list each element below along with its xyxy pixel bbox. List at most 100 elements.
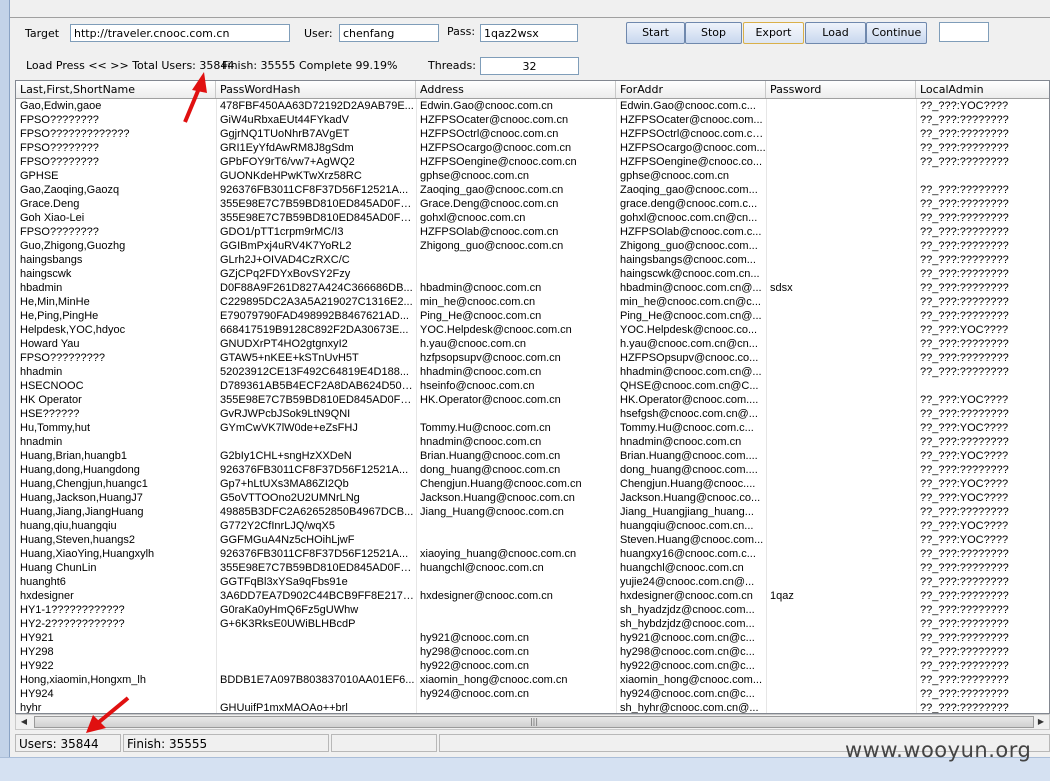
table-row[interactable]: HSE?????? GvRJWPcbJSok9LtN9QNI hsefgsh@cno… (16, 407, 1049, 421)
export-button[interactable]: Export (743, 22, 804, 44)
table-row[interactable]: Hong,xiaomin,Hongxm_lh BDDB1E7A097B803837… (16, 673, 1049, 687)
scrollbar-thumb[interactable]: ||| (34, 716, 1034, 728)
user-input[interactable] (339, 24, 439, 42)
name-cell: FPSO????????????? (20, 128, 130, 140)
column-header-passwordhash[interactable]: PassWordHash (216, 81, 416, 98)
address-cell: xiaomin_hong@cnooc.com.cn (420, 674, 568, 686)
localadmin-cell: ??_???:???????? (920, 268, 1009, 280)
name-cell: Huang,Brian,huangb1 (20, 450, 128, 462)
table-row[interactable]: Gao,Zaoqing,Gaozq 926376FB3011CF8F37D56F1… (16, 183, 1049, 197)
passwordhash-cell: 3A6DD7EA7D902C44BCB9FF8E217C... (220, 590, 416, 602)
table-row[interactable]: FPSO????????? GTAW5+nKEE+kSTnUvH5T hzfpsop… (16, 351, 1049, 365)
table-row[interactable]: HY298 hy298@cnooc.com.cn hy298@cnooc.com.c… (16, 645, 1049, 659)
foraddr-cell: haingsbangs@cnooc.com... (620, 254, 756, 266)
table-row[interactable]: Guo,Zhigong,Guozhg GGIBmPxj4uRV4K7YoRL2 Zh… (16, 239, 1049, 253)
table-row[interactable]: HY1-1???????????? G0raKa0yHmQ6Fz5gUWhw sh_… (16, 603, 1049, 617)
address-cell: HZFPSOengine@cnooc.com.cn (420, 156, 577, 168)
table-row[interactable]: Grace.Deng 355E98E7C7B59BD810ED845AD0FD..… (16, 197, 1049, 211)
table-row[interactable]: FPSO???????? GRI1EyYfdAwRM8J8gSdm HZFPSOca… (16, 141, 1049, 155)
name-cell: FPSO???????? (20, 226, 99, 238)
table-row[interactable]: haingscwk GZjCPq2FDYxBovSY2Fzy haingscwk@c… (16, 267, 1049, 281)
table-row[interactable]: FPSO???????? GDO1/pTT1crpm9rMC/I3 HZFPSOla… (16, 225, 1049, 239)
table-row[interactable]: HY924 hy924@cnooc.com.cn hy924@cnooc.com.c… (16, 687, 1049, 701)
localadmin-cell: ??_???:YOC???? (920, 100, 1009, 112)
column-header-password[interactable]: Password (766, 81, 916, 98)
table-row[interactable]: GPHSE GUONKdeHPwKTwXrz58RC gphse@cnooc.com… (16, 169, 1049, 183)
passwordhash-cell: GNUDXrPT4HO2gtgnxyI2 (220, 338, 348, 350)
table-row[interactable]: huanght6 GGTFqBl3xYSa9qFbs91e yujie24@cnoo… (16, 575, 1049, 589)
table-row[interactable]: Huang,XiaoYing,Huangxylh 926376FB3011CF8F… (16, 547, 1049, 561)
passwordhash-cell: G2bIy1CHL+sngHzXXDeN (220, 450, 352, 462)
localadmin-cell: ??_???:???????? (920, 646, 1009, 658)
name-cell: Goh Xiao-Lei (20, 212, 85, 224)
table-row[interactable]: He,Ping,PingHe E79079790FAD498992B8467621… (16, 309, 1049, 323)
password-cell (766, 309, 916, 323)
localadmin-cell: ??_???:???????? (920, 660, 1009, 672)
table-row[interactable]: Huang,dong,Huangdong 926376FB3011CF8F37D5… (16, 463, 1049, 477)
users-count-panel: Users: 35844 (15, 734, 121, 752)
table-row[interactable]: He,Min,MinHe C229895DC2A3A5A219027C1316E2… (16, 295, 1049, 309)
column-header-localadmin[interactable]: LocalAdmin (916, 81, 1049, 98)
name-cell: HSE?????? (20, 408, 80, 420)
table-row[interactable]: hxdesigner 3A6DD7EA7D902C44BCB9FF8E217C..… (16, 589, 1049, 603)
table-row[interactable]: Huang,Steven,huangs2 GGFMGuA4Nz5cHOihLjwF… (16, 533, 1049, 547)
table-row[interactable]: FPSO???????? GiW4uRbxaEUt44FYkadV HZFPSOca… (16, 113, 1049, 127)
start-button[interactable]: Start (626, 22, 685, 44)
extra-input[interactable] (939, 22, 989, 42)
horizontal-scrollbar[interactable]: ◀ ||| ▶ (15, 714, 1050, 730)
table-row[interactable]: HY921 hy921@cnooc.com.cn hy921@cnooc.com.c… (16, 631, 1049, 645)
name-cell: hxdesigner (20, 590, 74, 602)
stop-button[interactable]: Stop (685, 22, 742, 44)
table-row[interactable]: Huang ChunLin 355E98E7C7B59BD810ED845AD0F… (16, 561, 1049, 575)
table-row[interactable]: hyhr GHUuifP1mxMAOAo++brl sh_hyhr@cnooc.co… (16, 701, 1049, 713)
address-cell (416, 603, 616, 617)
table-row[interactable]: FPSO???????? GPbFOY9rT6/vw7+AgWQ2 HZFPSOen… (16, 155, 1049, 169)
foraddr-cell: HZFPSOengine@cnooc.co... (620, 156, 763, 168)
continue-button[interactable]: Continue (866, 22, 927, 44)
table-row[interactable]: Huang,Brian,huangb1 G2bIy1CHL+sngHzXXDeN B… (16, 449, 1049, 463)
table-row[interactable]: huang,qiu,huangqiu G772Y2CfInrLJQ/wqX5 hua… (16, 519, 1049, 533)
table-row[interactable]: Gao,Edwin,gaoe 478FBF450AA63D72192D2A9AB7… (16, 99, 1049, 113)
column-header-foraddr[interactable]: ForAddr (616, 81, 766, 98)
table-row[interactable]: Goh Xiao-Lei 355E98E7C7B59BD810ED845AD0FD… (16, 211, 1049, 225)
passwordhash-cell: 355E98E7C7B59BD810ED845AD0FD... (220, 562, 416, 574)
table-row[interactable]: HY2-2???????????? G+6K3RksE0UWiBLHBcdP sh_… (16, 617, 1049, 631)
passwordhash-cell: GDO1/pTT1crpm9rMC/I3 (220, 226, 344, 238)
pass-input[interactable] (480, 24, 578, 42)
table-row[interactable]: hbadmin D0F88A9F261D827A424C366686DB... hb… (16, 281, 1049, 295)
address-cell: hseinfo@cnooc.com.cn (420, 380, 535, 392)
table-row[interactable]: Huang,Jackson,HuangJ7 G5oVTTOOno2U2UMNrLN… (16, 491, 1049, 505)
address-cell (416, 267, 616, 281)
target-input[interactable] (70, 24, 290, 42)
table-row[interactable]: HY922 hy922@cnooc.com.cn hy922@cnooc.com.c… (16, 659, 1049, 673)
scroll-left-icon[interactable]: ◀ (17, 716, 31, 728)
table-row[interactable]: Huang,Jiang,JiangHuang 49885B3DFC2A626528… (16, 505, 1049, 519)
passwordhash-cell: G5oVTTOOno2U2UMNrLNg (220, 492, 360, 504)
address-cell: Ping_He@cnooc.com.cn (420, 310, 542, 322)
load-button[interactable]: Load (805, 22, 866, 44)
table-row[interactable]: Howard Yau GNUDXrPT4HO2gtgnxyI2 h.yau@cnoo… (16, 337, 1049, 351)
password-cell (766, 575, 916, 589)
table-row[interactable]: HK Operator 355E98E7C7B59BD810ED845AD0FD.… (16, 393, 1049, 407)
table-row[interactable]: haingsbangs GLrh2J+OIVAD4CzRXC/C haingsban… (16, 253, 1049, 267)
threads-label: Threads: (428, 59, 476, 72)
column-header-name[interactable]: Last,First,ShortName (16, 81, 216, 98)
table-row[interactable]: Huang,Chengjun,huangc1 Gp7+hLtUXs3MA86ZI2… (16, 477, 1049, 491)
localadmin-cell: ??_???:???????? (920, 198, 1009, 210)
table-row[interactable]: hnadmin hnadmin@cnooc.com.cn hnadmin@cnooc… (16, 435, 1049, 449)
column-header-address[interactable]: Address (416, 81, 616, 98)
passwordhash-cell: 49885B3DFC2A62652850B4967DCB... (220, 506, 414, 518)
name-cell: HSECNOOC (20, 380, 84, 392)
name-cell: Guo,Zhigong,Guozhg (20, 240, 126, 252)
table-row[interactable]: FPSO????????????? GgjrNQ1TUoNhrB7AVgET HZF… (16, 127, 1049, 141)
localadmin-cell: ??_???:???????? (920, 352, 1009, 364)
table-row[interactable]: hhadmin 52023912CE13F492C64819E4D188... hh… (16, 365, 1049, 379)
address-cell: HZFPSOcater@cnooc.com.cn (420, 114, 569, 126)
table-row[interactable]: Helpdesk,YOC,hdyoc 668417519B9128C892F2DA… (16, 323, 1049, 337)
table-row[interactable]: Hu,Tommy,hut GYmCwVK7lW0de+eZsFHJ Tommy.Hu… (16, 421, 1049, 435)
password-cell (766, 449, 916, 463)
user-grid[interactable]: Last,First,ShortName PassWordHash Addres… (15, 80, 1050, 714)
table-row[interactable]: HSECNOOC D789361AB5B4ECF2A8DAB624D504... h… (16, 379, 1049, 393)
threads-input[interactable] (480, 57, 579, 75)
scroll-right-icon[interactable]: ▶ (1034, 716, 1048, 728)
